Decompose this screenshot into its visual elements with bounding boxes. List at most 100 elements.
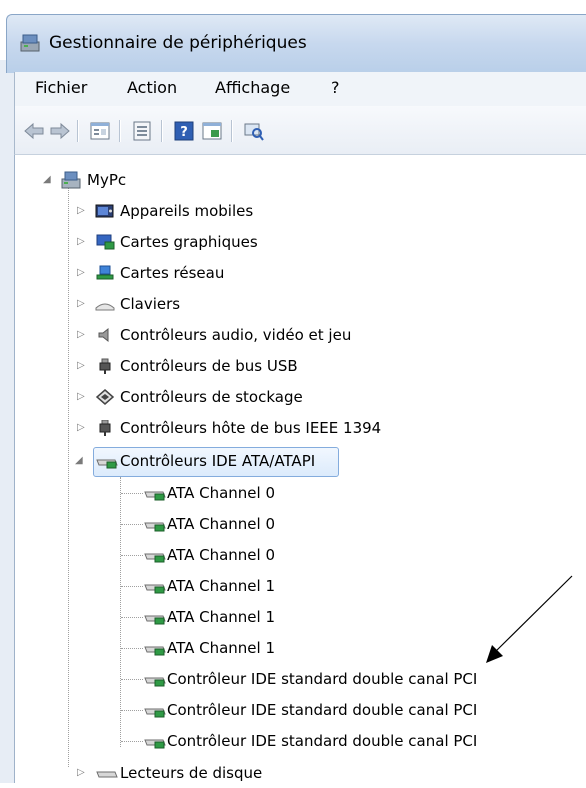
tree-item-ata-channel[interactable]: ATA Channel 0 bbox=[15, 540, 535, 570]
tree-item-ide-pci-controller[interactable]: Contrôleur IDE standard double canal PCI bbox=[15, 695, 575, 725]
expand-arrow-icon[interactable]: ▷ bbox=[77, 289, 85, 319]
tree-item-ata-channel[interactable]: ATA Channel 0 bbox=[15, 509, 535, 539]
collapse-arrow-icon[interactable]: ◢ bbox=[43, 165, 51, 195]
tree-label: ATA Channel 1 bbox=[167, 577, 276, 595]
firewire-plug-icon bbox=[99, 420, 111, 436]
ide-channel-icon bbox=[144, 615, 166, 625]
tree-label: Contrôleur IDE standard double canal PCI bbox=[167, 670, 478, 688]
tree-label: ATA Channel 0 bbox=[167, 515, 276, 533]
tree-item-ata-channel[interactable]: ATA Channel 1 bbox=[15, 602, 535, 632]
expand-arrow-icon[interactable]: ▷ bbox=[77, 227, 85, 257]
tree-item-cartes-reseau[interactable]: ▷ Cartes réseau bbox=[15, 258, 415, 288]
menu-fichier[interactable]: Fichier bbox=[35, 78, 87, 97]
ide-channel-icon bbox=[144, 553, 166, 563]
mobile-device-icon bbox=[95, 204, 114, 218]
menu-affichage[interactable]: Affichage bbox=[215, 78, 290, 97]
ide-controller-icon bbox=[96, 459, 118, 469]
help-icon[interactable]: ? bbox=[173, 120, 195, 142]
tree-connector bbox=[121, 741, 143, 742]
tree-connector bbox=[121, 710, 143, 711]
svg-text:?: ? bbox=[180, 125, 188, 140]
toolbar-separator bbox=[161, 120, 163, 142]
tree-label: Cartes réseau bbox=[120, 264, 225, 282]
expand-arrow-icon[interactable]: ▷ bbox=[77, 413, 85, 443]
tree-item-controleurs-ieee1394[interactable]: ▷ Contrôleurs hôte de bus IEEE 1394 bbox=[15, 413, 465, 443]
expand-arrow-icon[interactable]: ▷ bbox=[77, 196, 85, 226]
expand-arrow-icon[interactable]: ▷ bbox=[77, 258, 85, 288]
disk-drive-icon bbox=[96, 771, 118, 778]
ide-channel-icon bbox=[144, 491, 166, 501]
tree-connector bbox=[121, 493, 143, 494]
properties-icon[interactable] bbox=[89, 120, 111, 142]
toolbar-separator bbox=[119, 120, 121, 142]
tree-item-ata-channel[interactable]: ATA Channel 0 bbox=[15, 478, 535, 508]
ide-channel-icon bbox=[144, 708, 166, 718]
tree-connector bbox=[121, 555, 143, 556]
tree-label: Contrôleur IDE standard double canal PCI bbox=[167, 701, 478, 719]
ide-channel-icon bbox=[144, 584, 166, 594]
tree-item-lecteurs-disque[interactable]: ▷ Lecteurs de disque bbox=[15, 758, 415, 788]
display-adapter-icon bbox=[96, 234, 115, 250]
scan-hardware-icon[interactable] bbox=[243, 120, 265, 142]
storage-controller-icon bbox=[95, 389, 115, 405]
tree-label: ATA Channel 0 bbox=[167, 546, 276, 564]
tree-label: ATA Channel 1 bbox=[167, 639, 276, 657]
title-bar[interactable]: Gestionnaire de périphériques bbox=[6, 14, 586, 73]
update-driver-icon[interactable] bbox=[201, 120, 223, 142]
toolbar-separator bbox=[231, 120, 233, 142]
tree-item-claviers[interactable]: ▷ Claviers bbox=[15, 289, 415, 319]
window-left-frame bbox=[0, 60, 15, 783]
tree-item-appareils-mobiles[interactable]: ▷ Appareils mobiles bbox=[15, 196, 415, 226]
expand-arrow-icon[interactable]: ▷ bbox=[77, 320, 85, 350]
tree-item-controleurs-audio[interactable]: ▷ Contrôleurs audio, vidéo et jeu bbox=[15, 320, 415, 350]
menu-action[interactable]: Action bbox=[127, 78, 177, 97]
tree-item-ide-pci-controller[interactable]: Contrôleur IDE standard double canal PCI bbox=[15, 726, 575, 756]
expand-arrow-icon[interactable]: ▷ bbox=[77, 758, 85, 788]
tree-root-mypc[interactable]: ◢ MyPc bbox=[15, 165, 315, 195]
back-arrow-icon[interactable] bbox=[23, 120, 45, 142]
device-manager-icon bbox=[20, 34, 40, 52]
tree-label: Appareils mobiles bbox=[120, 202, 254, 220]
forward-arrow-icon[interactable] bbox=[49, 120, 71, 142]
tree-label: Cartes graphiques bbox=[120, 233, 258, 251]
tree-label: Contrôleurs de stockage bbox=[120, 388, 303, 406]
tree-label: Contrôleurs hôte de bus IEEE 1394 bbox=[120, 419, 382, 437]
toolbar: ? bbox=[14, 106, 586, 155]
tree-label: Contrôleur IDE standard double canal PCI bbox=[167, 732, 478, 750]
ide-channel-icon bbox=[144, 739, 166, 749]
menu-bar: Fichier Action Affichage ? bbox=[14, 72, 586, 106]
tree-connector bbox=[121, 524, 143, 525]
tree-label: ATA Channel 1 bbox=[167, 608, 276, 626]
tree-item-controleurs-usb[interactable]: ▷ Contrôleurs de bus USB bbox=[15, 351, 415, 381]
tree-connector bbox=[121, 586, 143, 587]
tree-item-ata-channel[interactable]: ATA Channel 1 bbox=[15, 633, 535, 663]
usb-plug-icon bbox=[99, 358, 111, 374]
tree-item-ata-channel[interactable]: ATA Channel 1 bbox=[15, 571, 535, 601]
tree-connector bbox=[121, 648, 143, 649]
menu-help[interactable]: ? bbox=[331, 78, 340, 97]
tree-item-controleurs-stockage[interactable]: ▷ Contrôleurs de stockage bbox=[15, 382, 415, 412]
view-icon[interactable] bbox=[131, 120, 153, 142]
tree-connector bbox=[121, 679, 143, 680]
toolbar-separator bbox=[77, 120, 79, 142]
expand-arrow-icon[interactable]: ▷ bbox=[77, 382, 85, 412]
tree-connector bbox=[121, 617, 143, 618]
network-adapter-icon bbox=[96, 265, 114, 280]
tree-label: Lecteurs de disque bbox=[120, 764, 263, 782]
keyboard-icon bbox=[95, 303, 115, 311]
tree-item-ide-pci-controller[interactable]: Contrôleur IDE standard double canal PCI bbox=[15, 664, 575, 694]
tree-label: Contrôleurs audio, vidéo et jeu bbox=[120, 326, 352, 344]
tree-label: ATA Channel 0 bbox=[167, 484, 276, 502]
speaker-icon bbox=[98, 327, 109, 343]
ide-channel-icon bbox=[144, 522, 166, 532]
tree-item-cartes-graphiques[interactable]: ▷ Cartes graphiques bbox=[15, 227, 415, 257]
expand-arrow-icon[interactable]: ▷ bbox=[77, 351, 85, 381]
tree-label: Claviers bbox=[120, 295, 181, 313]
computer-icon bbox=[61, 171, 81, 189]
collapse-arrow-icon[interactable]: ◢ bbox=[75, 446, 83, 476]
tree-item-controleurs-ide[interactable]: ◢ Contrôleurs IDE ATA/ATAPI bbox=[15, 446, 415, 476]
tree-label: Contrôleurs de bus USB bbox=[120, 357, 298, 375]
tree-label: Contrôleurs IDE ATA/ATAPI bbox=[120, 452, 316, 470]
window-title: Gestionnaire de périphériques bbox=[49, 33, 307, 53]
ide-channel-icon bbox=[144, 677, 166, 687]
